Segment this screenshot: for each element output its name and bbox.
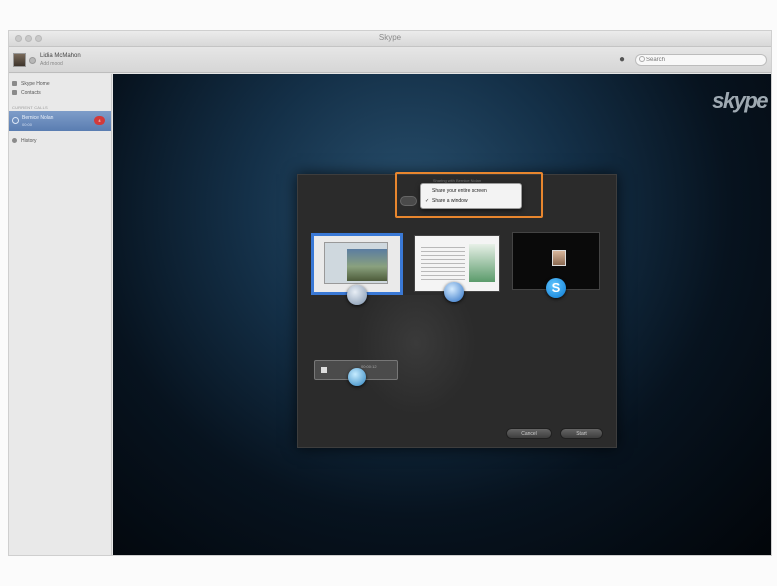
thumbnail-content (324, 242, 388, 284)
small-window-text: 00:00:12 (361, 364, 377, 369)
call-badge: 4 (94, 116, 105, 125)
play-icon (321, 367, 327, 373)
thumbnail-sidebar (469, 244, 495, 282)
photo-preview (347, 249, 387, 281)
skype-app-icon: S (546, 278, 566, 298)
sidebar-item-label: Skype Home (21, 81, 50, 87)
title-bar: Skype (9, 31, 771, 47)
safari-app-icon (444, 282, 464, 302)
start-button[interactable]: Start (560, 428, 603, 439)
avatar[interactable] (13, 53, 26, 67)
cancel-button[interactable]: Cancel (506, 428, 552, 439)
search-icon (639, 56, 645, 62)
sidebar-item-contacts[interactable]: Contacts (12, 89, 41, 97)
contacts-icon (12, 90, 17, 96)
mood-message[interactable]: Add mood (40, 61, 63, 67)
history-icon (12, 138, 17, 144)
sidebar: Skype Home Contacts CURRENT CALLS Bernic… (9, 74, 112, 555)
home-icon (12, 81, 17, 87)
screenshot-frame: Skype Lidia McMahon Add mood ● Skype Hom… (0, 0, 777, 586)
window-title: Skype (378, 33, 402, 42)
highlight-box (395, 172, 543, 218)
skype-logo: skype (712, 88, 768, 113)
contact-photo (552, 250, 566, 266)
photos-app-icon (347, 285, 367, 305)
call-contact-name: Bernice Nolan (22, 115, 54, 121)
user-name[interactable]: Lidia McMahon (40, 53, 81, 59)
search-input[interactable] (635, 54, 767, 66)
call-icon (12, 117, 19, 124)
app-icon (348, 368, 366, 386)
toolbar: Lidia McMahon Add mood ● (9, 47, 771, 73)
sidebar-item-active-call[interactable]: Bernice Nolan 00:00 4 (9, 111, 111, 131)
section-label-current-calls: CURRENT CALLS (12, 105, 48, 110)
lightbulb-icon[interactable]: ● (619, 54, 629, 66)
thumbnail-content (421, 244, 465, 282)
call-duration: 00:00 (22, 122, 33, 127)
ghost-preview (356, 295, 476, 415)
sidebar-item-skype-home[interactable]: Skype Home (12, 80, 50, 88)
sidebar-item-history[interactable]: History (12, 138, 37, 144)
sidebar-item-label: History (21, 138, 37, 144)
sidebar-item-label: Contacts (21, 90, 41, 96)
status-icon[interactable] (29, 57, 36, 64)
